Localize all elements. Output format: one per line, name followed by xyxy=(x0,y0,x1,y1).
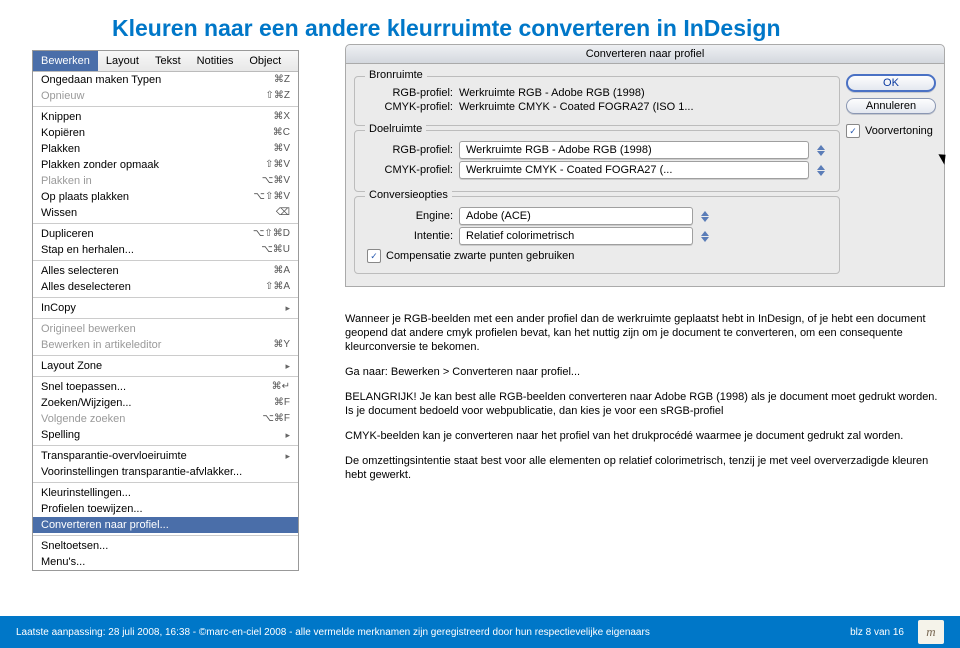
dest-rgb-select[interactable]: Werkruimte RGB - Adobe RGB (1998) xyxy=(459,141,809,159)
bpc-label: Compensatie zwarte punten gebruiken xyxy=(386,250,574,262)
dest-legend: Doelruimte xyxy=(365,123,426,135)
menu-item[interactable]: Alles selecteren⌘A xyxy=(33,263,298,279)
footer-page: blz 8 van 16 xyxy=(850,627,904,638)
ok-button[interactable]: OK xyxy=(846,74,936,92)
conv-legend: Conversieopties xyxy=(365,189,452,201)
menu-tab-notities[interactable]: Notities xyxy=(189,51,242,71)
footer-logo-icon: m xyxy=(918,620,944,644)
engine-label: Engine: xyxy=(363,210,453,222)
cancel-button[interactable]: Annuleren xyxy=(846,98,936,114)
menu-tab-object[interactable]: Object xyxy=(241,51,289,71)
menu-item[interactable]: Converteren naar profiel... xyxy=(33,517,298,533)
menu-item: Volgende zoeken⌥⌘F xyxy=(33,411,298,427)
menu-item[interactable]: Layout Zone xyxy=(33,358,298,374)
menu-item[interactable]: Alles deselecteren⇧⌘A xyxy=(33,279,298,295)
menu-item[interactable]: Knippen⌘X xyxy=(33,109,298,125)
menu-item[interactable]: Sneltoetsen... xyxy=(33,538,298,554)
menu-tab-layout[interactable]: Layout xyxy=(98,51,147,71)
paragraph: CMYK-beelden kan je converteren naar het… xyxy=(345,429,940,443)
stepper-icon[interactable] xyxy=(701,207,715,225)
paragraph: Ga naar: Bewerken > Converteren naar pro… xyxy=(345,365,940,379)
menu-item[interactable]: Transparantie-overvloeiruimte xyxy=(33,448,298,464)
menu-item: Plakken in⌥⌘V xyxy=(33,173,298,189)
article-body: Wanneer je RGB-beelden met een ander pro… xyxy=(345,312,940,493)
paragraph: BELANGRIJK! Je kan best alle RGB-beelden… xyxy=(345,390,940,418)
menu-tab-tekst[interactable]: Tekst xyxy=(147,51,189,71)
menu-item[interactable]: Voorinstellingen transparantie-afvlakker… xyxy=(33,464,298,480)
src-cmyk-label: CMYK-profiel: xyxy=(363,101,453,113)
stepper-icon[interactable] xyxy=(817,161,831,179)
page-title: Kleuren naar een andere kleurruimte conv… xyxy=(0,0,960,50)
menu-item[interactable]: Stap en herhalen...⌥⌘U xyxy=(33,242,298,258)
footer-bar: Laatste aanpassing: 28 juli 2008, 16:38 … xyxy=(0,616,960,648)
menu-item[interactable]: Plakken⌘V xyxy=(33,141,298,157)
menu-item[interactable]: Kleurinstellingen... xyxy=(33,485,298,501)
menu-item[interactable]: Kopiëren⌘C xyxy=(33,125,298,141)
footer-left: Laatste aanpassing: 28 juli 2008, 16:38 … xyxy=(16,627,650,638)
convert-profile-dialog: Converteren naar profiel Bronruimte RGB-… xyxy=(345,44,945,287)
menu-item[interactable]: Snel toepassen...⌘↵ xyxy=(33,379,298,395)
menu-item[interactable]: Ongedaan maken Typen⌘Z xyxy=(33,72,298,88)
src-rgb-value: Werkruimte RGB - Adobe RGB (1998) xyxy=(459,87,831,99)
stepper-icon[interactable] xyxy=(817,141,831,159)
paragraph: Wanneer je RGB-beelden met een ander pro… xyxy=(345,312,940,354)
menu-item: Origineel bewerken xyxy=(33,321,298,337)
engine-select[interactable]: Adobe (ACE) xyxy=(459,207,693,225)
preview-checkbox[interactable]: ✓ xyxy=(846,124,860,138)
menu-item[interactable]: Plakken zonder opmaak⇧⌘V xyxy=(33,157,298,173)
menu-item: Opnieuw⇧⌘Z xyxy=(33,88,298,104)
menu-item: Bewerken in artikeleditor⌘Y xyxy=(33,337,298,353)
menu-item[interactable]: InCopy xyxy=(33,300,298,316)
paragraph: De omzettingsintentie staat best voor al… xyxy=(345,454,940,482)
menu-item[interactable]: Spelling xyxy=(33,427,298,443)
menu-item[interactable]: Zoeken/Wijzigen...⌘F xyxy=(33,395,298,411)
menu-item[interactable]: Menu's... xyxy=(33,554,298,570)
intent-select[interactable]: Relatief colorimetrisch xyxy=(459,227,693,245)
menu-item[interactable]: Profielen toewijzen... xyxy=(33,501,298,517)
menu-item[interactable]: Op plaats plakken⌥⇧⌘V xyxy=(33,189,298,205)
menu-item[interactable]: Wissen⌫ xyxy=(33,205,298,221)
dialog-title: Converteren naar profiel xyxy=(345,44,945,64)
dest-rgb-label: RGB-profiel: xyxy=(363,144,453,156)
src-rgb-label: RGB-profiel: xyxy=(363,87,453,99)
intent-label: Intentie: xyxy=(363,230,453,242)
menu-tab-bewerken[interactable]: Bewerken xyxy=(33,51,98,71)
menubar: Bewerken Layout Tekst Notities Object xyxy=(33,51,298,72)
src-cmyk-value: Werkruimte CMYK - Coated FOGRA27 (ISO 1.… xyxy=(459,101,831,113)
menu-bewerken: Bewerken Layout Tekst Notities Object On… xyxy=(32,50,299,571)
dest-cmyk-select[interactable]: Werkruimte CMYK - Coated FOGRA27 (... xyxy=(459,161,809,179)
menu-item[interactable]: Dupliceren⌥⇧⌘D xyxy=(33,226,298,242)
preview-label: Voorvertoning xyxy=(865,125,933,137)
stepper-icon[interactable] xyxy=(701,227,715,245)
source-legend: Bronruimte xyxy=(365,69,427,81)
dest-cmyk-label: CMYK-profiel: xyxy=(363,164,453,176)
bpc-checkbox[interactable]: ✓ xyxy=(367,249,381,263)
